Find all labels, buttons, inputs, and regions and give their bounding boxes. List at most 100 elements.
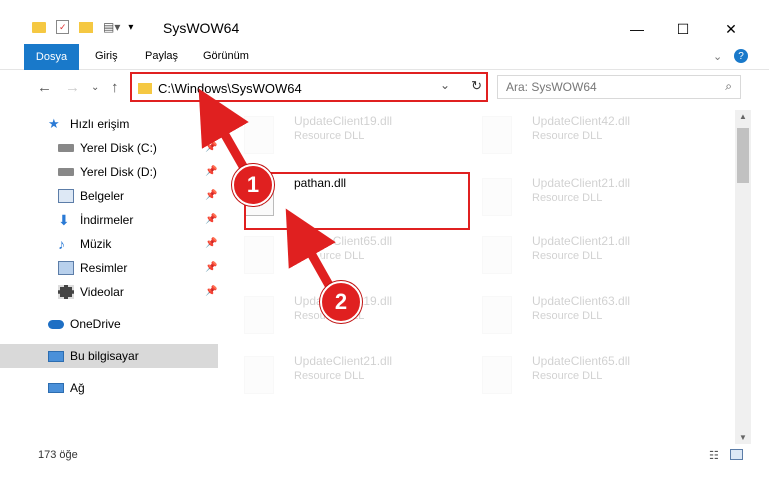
file-type: Resource DLL (294, 370, 365, 382)
file-type: Resource DLL (532, 130, 603, 142)
cloud-icon (48, 319, 64, 329)
nav-item-this-pc[interactable]: Bu bilgisayar (0, 344, 218, 368)
nav-item-network[interactable]: Ağ (48, 376, 85, 400)
status-bar: 173 öğe ☷ (0, 444, 769, 466)
file-type: Resource DLL (532, 310, 603, 322)
pin-icon[interactable]: 📌 (205, 214, 217, 225)
nav-item-drive-d[interactable]: Yerel Disk (D:) (58, 160, 157, 184)
list-item[interactable]: UpdateClient42.dll Resource DLL (460, 110, 690, 158)
maximize-button[interactable]: ☐ (660, 17, 706, 41)
tab-file[interactable]: Dosya (24, 44, 79, 70)
scroll-up-icon[interactable]: ▲ (739, 112, 747, 121)
file-name: UpdateClient65.dll (294, 234, 393, 248)
details-view-icon[interactable]: ☷ (709, 449, 719, 462)
title-bar: ✓ ▤▾ ▾ SysWOW64 — ☐ ✕ (0, 0, 769, 44)
pin-icon[interactable]: 📌 (205, 166, 217, 177)
pin-icon[interactable]: 📌 (205, 286, 217, 297)
minimize-button[interactable]: — (614, 17, 660, 41)
vertical-scrollbar[interactable]: ▲ ▼ (735, 110, 751, 444)
dll-file-icon (244, 236, 274, 274)
nav-item-onedrive[interactable]: OneDrive (48, 312, 121, 336)
refresh-icon[interactable]: ↻ (471, 78, 482, 94)
nav-item-quick-access[interactable]: ★ Hızlı erişim (48, 112, 129, 136)
list-item[interactable]: UpdateClient21.dll Resource DLL (460, 230, 690, 278)
tab-view[interactable]: Görünüm (203, 50, 249, 62)
help-icon[interactable]: ? (734, 49, 748, 63)
file-list: UpdateClient19.dll Resource DLL ⚙ pathan… (222, 110, 734, 444)
folder-icon (138, 82, 152, 94)
file-highlight-box (244, 172, 470, 230)
chevron-down-icon[interactable]: ▾ (128, 22, 133, 33)
file-name: UpdateClient65.dll (532, 354, 631, 368)
nav-item-drive-c[interactable]: Yerel Disk (C:) (58, 136, 157, 160)
dll-file-icon (482, 356, 512, 394)
list-item[interactable]: UpdateClient21.dll Resource DLL (460, 172, 690, 220)
scroll-thumb[interactable] (737, 128, 749, 183)
step-badge-2: 2 (320, 281, 362, 323)
file-name: UpdateClient21.dll (294, 354, 393, 368)
step-badge-1: 1 (232, 164, 274, 206)
dll-file-icon (244, 116, 274, 154)
nav-item-videos[interactable]: Videolar (58, 280, 124, 304)
nav-item-downloads[interactable]: ⬇ İndirmeler (58, 208, 133, 232)
tab-home[interactable]: Giriş (95, 50, 118, 62)
dll-file-icon (482, 236, 512, 274)
nav-item-pictures[interactable]: Resimler (58, 256, 127, 280)
chevron-down-icon[interactable]: ⌄ (440, 78, 450, 92)
up-button[interactable]: ↑ (111, 79, 119, 96)
nav-label: OneDrive (70, 317, 121, 331)
dll-file-icon (244, 296, 274, 334)
navigation-pane: ★ Hızlı erişim Yerel Disk (C:) 📌 Yerel D… (0, 110, 222, 444)
documents-icon (58, 189, 74, 203)
list-item[interactable]: UpdateClient65.dll Resource DLL (460, 350, 690, 398)
tab-share[interactable]: Paylaş (145, 50, 178, 62)
pin-icon[interactable]: 📌 (205, 238, 217, 249)
close-button[interactable]: ✕ (708, 17, 754, 41)
download-icon: ⬇ (58, 212, 70, 228)
chevron-down-icon[interactable]: ⌄ (713, 50, 722, 63)
new-folder-icon[interactable] (79, 21, 93, 33)
properties-icon[interactable]: ✓ (56, 20, 69, 34)
folder-icon[interactable] (32, 21, 46, 33)
scroll-down-icon[interactable]: ▼ (739, 433, 747, 442)
window-title: SysWOW64 (163, 20, 240, 36)
forward-button[interactable]: → (65, 79, 80, 96)
dll-file-icon (244, 356, 274, 394)
list-item[interactable]: UpdateClient19.dll Resource DLL (222, 110, 452, 158)
pin-icon[interactable]: 📌 (205, 142, 217, 153)
pictures-icon (58, 261, 74, 275)
dll-file-icon (482, 116, 512, 154)
nav-label: Bu bilgisayar (70, 349, 139, 363)
file-name: UpdateClient19.dll (294, 114, 393, 128)
network-icon (48, 383, 64, 393)
music-icon: ♪ (58, 236, 65, 252)
list-item[interactable]: UpdateClient65.dll Resource DLL (222, 230, 452, 278)
list-item[interactable]: UpdateClient21.dll Resource DLL (222, 350, 452, 398)
nav-label: Ağ (70, 381, 85, 395)
nav-item-music[interactable]: ♪ Müzik (58, 232, 111, 256)
nav-label: Yerel Disk (D:) (80, 165, 157, 179)
nav-label: İndirmeler (80, 213, 134, 227)
computer-icon (48, 350, 64, 362)
file-type: Resource DLL (294, 130, 365, 142)
address-path[interactable]: C:\Windows\SysWOW64 (158, 81, 302, 96)
file-name: UpdateClient63.dll (532, 294, 631, 308)
address-bar[interactable]: C:\Windows\SysWOW64 ⌄ ↻ (130, 72, 488, 102)
list-item[interactable]: UpdateClient63.dll Resource DLL (460, 290, 690, 338)
large-icons-view-icon[interactable] (730, 449, 743, 460)
search-input[interactable]: Ara: SysWOW64 ⌕ (497, 75, 741, 99)
nav-label: Belgeler (80, 189, 125, 203)
back-button[interactable]: ← (37, 79, 52, 96)
pin-icon[interactable]: 📌 (205, 190, 217, 201)
pin-icon[interactable]: 📌 (205, 262, 217, 273)
nav-label: Yerel Disk (C:) (80, 141, 157, 155)
file-type: Resource DLL (294, 250, 365, 262)
recent-locations-icon[interactable]: ⌄ (91, 82, 99, 93)
address-row: ← → ⌄ ↑ C:\Windows\SysWOW64 ⌄ ↻ Ara: Sys… (0, 70, 769, 110)
item-count: 173 öğe (38, 449, 78, 461)
file-type: Resource DLL (532, 250, 603, 262)
dll-file-icon (482, 178, 512, 216)
nav-label: Videolar (80, 285, 124, 299)
customize-icon[interactable]: ▤▾ (103, 20, 120, 34)
nav-item-documents[interactable]: Belgeler (58, 184, 124, 208)
